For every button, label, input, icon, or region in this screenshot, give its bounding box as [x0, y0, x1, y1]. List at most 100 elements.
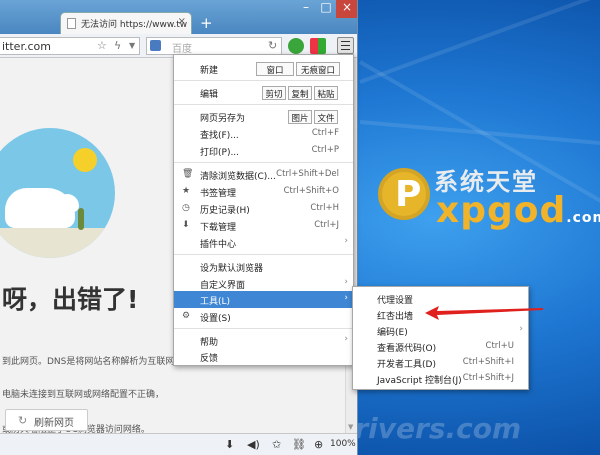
find-shortcut: Ctrl+F [311, 128, 339, 138]
menu-customize[interactable]: 自定义界面 › [174, 275, 353, 292]
submenu-js-console[interactable]: JavaScript 控制台(J) Ctrl+Shift+J [353, 371, 528, 387]
menu-downloads[interactable]: ⬇ 下载管理 Ctrl+J [174, 217, 353, 234]
history-shortcut: Ctrl+H [310, 203, 339, 213]
submenu-view-source[interactable]: 查看源代码(O) Ctrl+U [353, 339, 528, 355]
refresh-icon: ↻ [18, 414, 28, 427]
scroll-down-icon[interactable]: ▼ [348, 423, 353, 431]
menu-plugins[interactable]: 插件中心 › [174, 234, 353, 251]
menu-find[interactable]: 查找(F)... Ctrl+F [174, 125, 353, 142]
error-text-2: 电脑未连接到互联网或网络配置不正确， [2, 390, 165, 400]
copy-button[interactable]: 复制 [288, 86, 312, 100]
tools-submenu: 代理设置 红杏出墙 编码(E) › 查看源代码(O) Ctrl+U 开发者工具(… [352, 286, 529, 390]
clock-icon: ◷ [182, 203, 190, 213]
settings-label: 设置(S) [200, 314, 231, 324]
light-ray [359, 120, 600, 151]
bookmarks-shortcut: Ctrl+Shift+O [283, 186, 339, 196]
close-window-icon[interactable]: × [336, 0, 357, 18]
tab-error-page[interactable]: 无法访问 https://www.tw × [60, 12, 192, 34]
volume-icon[interactable]: ◀) [247, 438, 260, 451]
refresh-label: 刷新网页 [34, 418, 74, 429]
new-incognito-button[interactable]: 无痕窗口 [296, 62, 340, 76]
menu-tools[interactable]: 工具(L) › [174, 291, 353, 308]
gear-icon: ⚙ [182, 311, 191, 321]
submenu-devtools[interactable]: 开发者工具(D) Ctrl+Shift+I [353, 355, 528, 371]
trash-icon: 🗑 [182, 169, 194, 179]
proxy-label: 代理设置 [377, 296, 414, 306]
menu-new: 新建 窗口 无痕窗口 [174, 60, 353, 77]
menu-history[interactable]: ◷ 历史记录(H) Ctrl+H [174, 200, 353, 217]
js-console-shortcut: Ctrl+Shift+J [462, 373, 514, 383]
maximize-icon[interactable]: □ [316, 0, 336, 18]
cut-button[interactable]: 剪切 [262, 86, 286, 100]
link-icon[interactable]: ⛓ [292, 438, 306, 451]
separator [174, 254, 353, 255]
light-ray [359, 0, 600, 84]
js-console-label: JavaScript 控制台(J) [377, 376, 462, 386]
find-label: 查找(F)... [200, 131, 239, 141]
main-menu: 新建 窗口 无痕窗口 编辑 剪切 复制 粘贴 网页另存为 图片 文件 查找(F)… [173, 54, 354, 366]
devtools-label: 开发者工具(D) [377, 360, 436, 370]
zoom-level[interactable]: 100% [330, 439, 356, 449]
print-label: 打印(P)... [200, 148, 240, 158]
downloads-label: 下载管理 [200, 223, 237, 233]
history-label: 历史记录(H) [200, 206, 250, 216]
download-icon[interactable]: ⬇ [225, 438, 234, 451]
help-label: 帮助 [200, 338, 219, 348]
refresh-button[interactable]: ↻ 刷新网页 [5, 409, 88, 431]
chevron-right-icon: › [344, 236, 348, 246]
polar-bear-illustration [0, 128, 115, 258]
separator [174, 80, 353, 81]
red-arrow [425, 306, 543, 320]
encoding-label: 编码(E) [377, 328, 408, 338]
search-engine-icon[interactable] [150, 40, 161, 51]
error-text-1: 到此网页。DNS是将网站名称解析为互联网 [2, 357, 175, 367]
close-icon[interactable]: × [178, 16, 186, 27]
menu-settings[interactable]: ⚙ 设置(S) [174, 308, 353, 325]
logo-brand: xpgod.com [436, 190, 600, 231]
view-source-label: 查看源代码(O) [377, 344, 437, 354]
separator [174, 328, 353, 329]
submenu-encoding[interactable]: 编码(E) › [353, 323, 528, 339]
refresh-icon[interactable]: ↻ [268, 39, 277, 52]
zoom-icon[interactable]: ⊕ [314, 438, 323, 451]
menu-icon[interactable] [337, 37, 354, 54]
logo-emblem: P [378, 168, 430, 220]
paste-button[interactable]: 粘贴 [314, 86, 338, 100]
search-input[interactable]: 百度 [146, 37, 282, 55]
green-shield-icon[interactable] [288, 38, 304, 54]
grid-apps-icon[interactable] [310, 38, 326, 54]
star-outline-icon[interactable]: ✩ [272, 438, 281, 451]
menu-feedback[interactable]: 反馈 [174, 348, 353, 365]
minimize-icon[interactable]: – [296, 0, 316, 18]
menu-help[interactable]: 帮助 › [174, 332, 353, 349]
tab-title: 无法访问 https://www.tw [81, 20, 188, 30]
clear-label: 清除浏览数据(C)... [200, 172, 276, 182]
lightning-icon[interactable]: ϟ [114, 39, 121, 52]
downloads-shortcut: Ctrl+J [314, 220, 339, 230]
plugins-label: 插件中心 [200, 240, 237, 250]
new-window-button[interactable]: 窗口 [256, 62, 294, 76]
menu-set-default[interactable]: 设为默认浏览器 [174, 258, 353, 275]
chevron-right-icon: › [519, 324, 523, 334]
save-file-button[interactable]: 文件 [314, 110, 338, 124]
tab-bar: 无法访问 https://www.tw × + – □ × [0, 0, 357, 34]
star-icon[interactable]: ☆ [97, 39, 107, 52]
red-apricot-label: 红杏出墙 [377, 312, 414, 322]
separator [174, 104, 353, 105]
star-bookmark-icon: ★ [182, 186, 191, 196]
menu-save-as: 网页另存为 图片 文件 [174, 108, 353, 125]
menu-bookmarks[interactable]: ★ 书签管理 Ctrl+Shift+O [174, 183, 353, 200]
chevron-right-icon: › [344, 293, 348, 303]
print-shortcut: Ctrl+P [311, 145, 339, 155]
dropdown-icon[interactable]: ▼ [129, 41, 135, 50]
feedback-label: 反馈 [200, 354, 219, 364]
customize-label: 自定义界面 [200, 281, 246, 291]
save-image-button[interactable]: 图片 [288, 110, 312, 124]
new-tab-icon[interactable]: + [200, 14, 213, 32]
separator [174, 162, 353, 163]
menu-clear-data[interactable]: 🗑 清除浏览数据(C)... Ctrl+Shift+Del [174, 166, 353, 183]
menu-new-label: 新建 [200, 66, 219, 76]
tools-label: 工具(L) [200, 297, 231, 307]
chevron-right-icon: › [344, 277, 348, 287]
menu-print[interactable]: 打印(P)... Ctrl+P [174, 142, 353, 159]
